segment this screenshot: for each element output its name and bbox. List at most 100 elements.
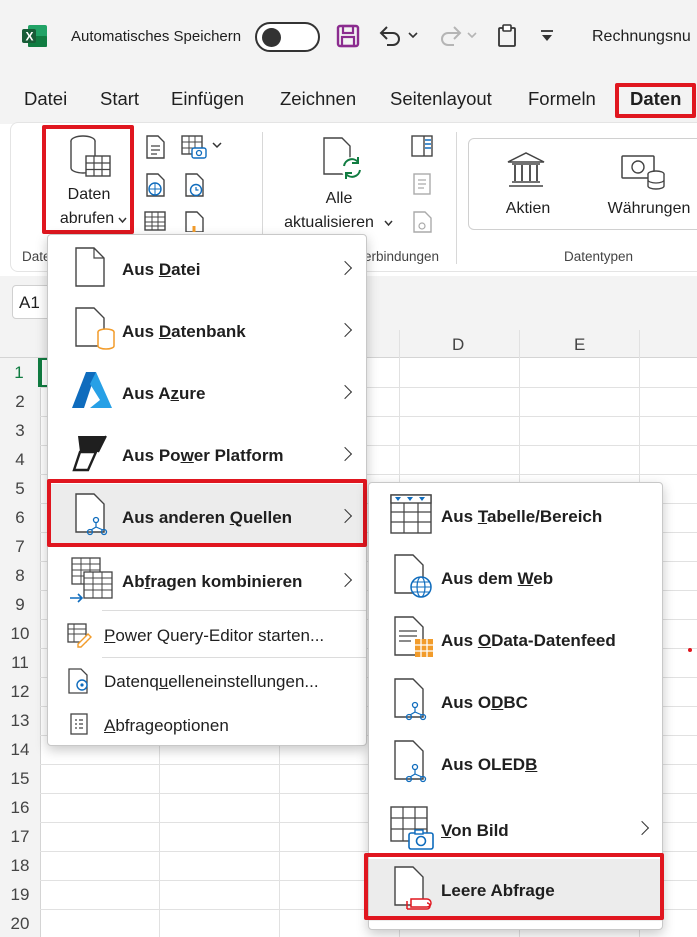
submenu-item-label: Aus dem Web: [441, 569, 554, 588]
from-table-small-icon[interactable]: [143, 210, 167, 232]
row-header[interactable]: 15: [0, 764, 40, 793]
row-header[interactable]: 11: [0, 648, 40, 677]
menu-item-data-source-settings[interactable]: Datenquelleneinstellungen...: [48, 659, 366, 703]
redo-icon[interactable]: [437, 24, 463, 48]
row-header[interactable]: 10: [0, 619, 40, 648]
stocks-button[interactable]: Aktien: [488, 144, 568, 226]
azure-icon: [72, 372, 112, 408]
undo-icon[interactable]: [378, 24, 404, 48]
from-text-icon[interactable]: [143, 134, 167, 160]
row-header[interactable]: 9: [0, 590, 40, 619]
clipboard-icon[interactable]: [496, 24, 518, 48]
refresh-icon: [323, 137, 363, 179]
submenu-item-blank-query[interactable]: Leere Abfrage: [369, 859, 662, 921]
submenu-item-from-odbc[interactable]: Aus ODBC: [369, 671, 662, 731]
data-source-settings-icon: [68, 668, 88, 694]
oledb-icon: [394, 740, 427, 783]
queries-connections-icon[interactable]: [410, 134, 434, 158]
chevron-right-icon: [337, 572, 353, 588]
save-icon[interactable]: [336, 24, 360, 48]
menu-item-from-file[interactable]: Aus Datei: [48, 238, 366, 298]
recent-sources-icon[interactable]: [182, 172, 206, 198]
currencies-button[interactable]: Währungen: [594, 144, 697, 226]
get-data-button[interactable]: Daten abrufen: [46, 128, 132, 230]
submenu-item-label: Aus Tabelle/Bereich: [441, 507, 603, 526]
tab-formeln[interactable]: Formeln: [528, 88, 596, 110]
blank-query-icon: [394, 866, 432, 910]
row-header[interactable]: 5: [0, 474, 40, 503]
menu-item-label: Aus Power Platform: [122, 446, 284, 465]
redo-dropdown-icon[interactable]: [467, 32, 477, 40]
autosave-toggle[interactable]: [255, 22, 320, 52]
row-header[interactable]: 6: [0, 503, 40, 532]
submenu-item-label: Aus ODBC: [441, 693, 528, 712]
row-header[interactable]: 3: [0, 416, 40, 445]
from-web-small-icon[interactable]: [143, 172, 167, 198]
row-header[interactable]: 19: [0, 880, 40, 909]
row-header[interactable]: 8: [0, 561, 40, 590]
row-header[interactable]: 14: [0, 735, 40, 764]
from-picture-small-icon[interactable]: [180, 134, 208, 160]
currencies-label: Währungen: [607, 200, 691, 217]
submenu-item-from-web[interactable]: Aus dem Web: [369, 547, 662, 607]
menu-item-from-azure[interactable]: Aus Azure: [48, 362, 366, 422]
existing-connections-icon[interactable]: [182, 210, 206, 232]
menu-item-launch-power-query-editor[interactable]: Power Query-Editor starten...: [48, 613, 366, 657]
autosave-label: Automatisches Speichern: [71, 28, 242, 45]
menu-item-label: Datenquelleneinstellungen...: [104, 672, 319, 691]
row-header[interactable]: 18: [0, 851, 40, 880]
undo-dropdown-icon[interactable]: [408, 32, 418, 40]
chevron-down-icon[interactable]: [212, 142, 222, 150]
title-bar: X Automatisches Speichern Rechnungsnu: [0, 0, 697, 74]
group-label-datatypes: Datentypen: [564, 249, 634, 264]
tab-einfuegen[interactable]: Einfügen: [171, 88, 244, 110]
tab-zeichnen[interactable]: Zeichnen: [280, 88, 356, 110]
get-data-label-1: Daten: [67, 186, 111, 203]
chevron-right-icon: [337, 508, 353, 524]
refresh-all-button[interactable]: Alle aktualisieren: [278, 128, 396, 232]
menu-item-from-other-sources[interactable]: Aus anderen Quellen: [48, 484, 366, 546]
row-header[interactable]: 4: [0, 445, 40, 474]
submenu-item-from-picture[interactable]: Von Bild: [369, 795, 662, 859]
column-header-e[interactable]: E: [574, 335, 585, 355]
file-icon: [75, 247, 105, 287]
menu-item-from-database[interactable]: Aus Datenbank: [48, 300, 366, 360]
chevron-down-icon: [384, 220, 393, 227]
row-header[interactable]: 17: [0, 822, 40, 851]
row-header[interactable]: 2: [0, 387, 40, 416]
get-data-menu: Aus Datei Aus Datenbank Aus Azure Aus Po…: [47, 234, 367, 746]
menu-item-label: Abfragen kombinieren: [122, 572, 303, 591]
globe-icon: [394, 554, 432, 598]
tab-seitenlayout[interactable]: Seitenlayout: [390, 88, 492, 110]
row-header[interactable]: 7: [0, 532, 40, 561]
menu-separator: [102, 657, 366, 658]
submenu-item-from-odata[interactable]: Aus OData-Datenfeed: [369, 609, 662, 669]
column-header-d[interactable]: D: [452, 335, 464, 355]
document-title: Rechnungsnu: [592, 28, 691, 45]
customize-toolbar-icon[interactable]: [540, 29, 554, 43]
menu-item-from-power-platform[interactable]: Aus Power Platform: [48, 424, 366, 484]
menu-item-label: Abfrageoptionen: [104, 716, 229, 735]
odbc-icon: [394, 678, 427, 721]
submenu-item-from-oledb[interactable]: Aus OLEDB: [369, 733, 662, 793]
menu-item-query-options[interactable]: Abfrageoptionen: [48, 703, 366, 747]
submenu-item-from-table[interactable]: Aus Tabelle/Bereich: [369, 485, 662, 545]
chevron-right-icon: [634, 820, 650, 836]
tab-datei[interactable]: Datei: [24, 88, 67, 110]
tab-start[interactable]: Start: [100, 88, 139, 110]
row-header[interactable]: 16: [0, 793, 40, 822]
submenu-item-label: Von Bild: [441, 821, 509, 840]
name-box-value: A1: [19, 293, 40, 312]
row-header[interactable]: 1: [0, 358, 40, 387]
row-header[interactable]: 13: [0, 706, 40, 735]
row-header[interactable]: 12: [0, 677, 40, 706]
tab-daten[interactable]: Daten: [630, 88, 681, 110]
ribbon-divider: [456, 132, 457, 264]
menu-item-combine-queries[interactable]: Abfragen kombinieren: [48, 550, 366, 610]
odata-feed-icon: [394, 616, 433, 657]
chevron-right-icon: [337, 446, 353, 462]
other-sources-submenu: Aus Tabelle/Bereich Aus dem Web Aus ODat…: [368, 482, 663, 930]
excel-logo-icon: X: [22, 25, 47, 47]
row-header[interactable]: 20: [0, 909, 40, 937]
submenu-item-label: Aus OData-Datenfeed: [441, 631, 616, 650]
